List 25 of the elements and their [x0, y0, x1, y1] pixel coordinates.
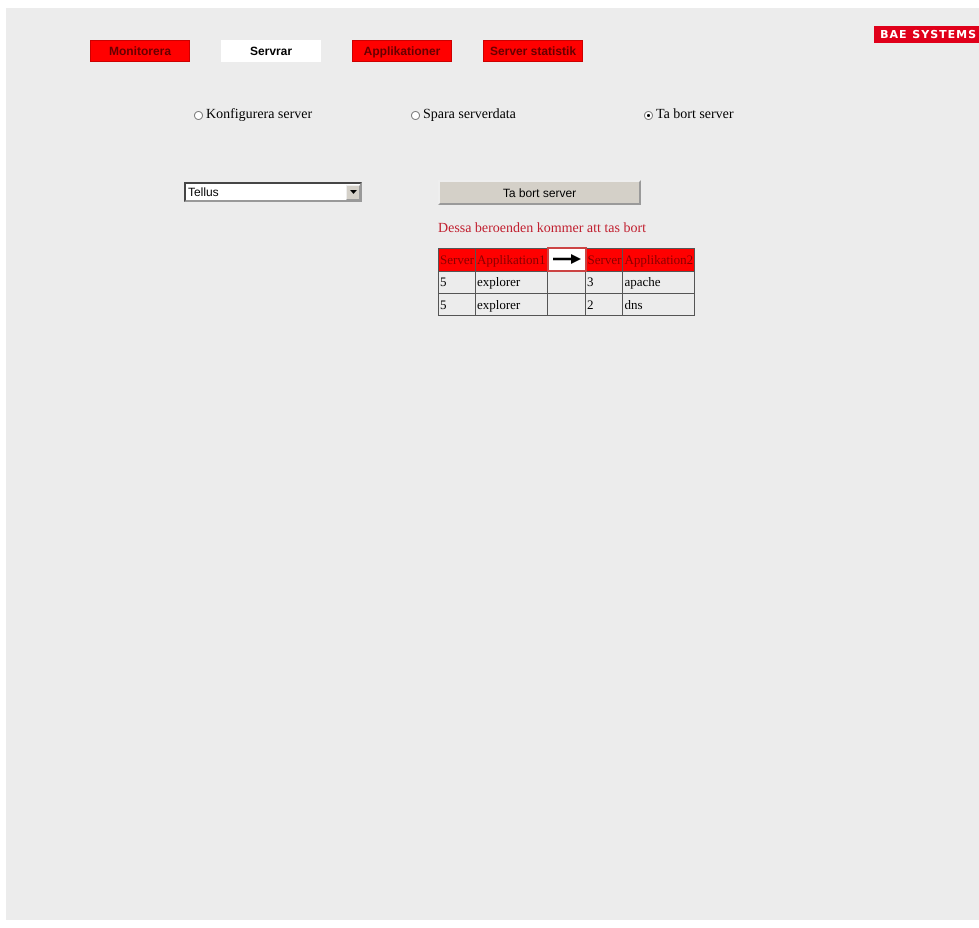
nav-tab[interactable]: Servrar: [221, 40, 321, 62]
column-header: Applikation2: [622, 248, 695, 271]
company-logo: BAE SYSTEMS: [874, 26, 979, 43]
table-cell: explorer: [475, 294, 548, 316]
table-cell: 2: [586, 294, 623, 316]
delete-server-button[interactable]: Ta bort server: [438, 180, 641, 205]
column-header: Applikation1: [475, 248, 548, 271]
table-cell: apache: [622, 271, 695, 294]
column-header: Server: [438, 248, 476, 271]
right-arrow-icon: [552, 254, 581, 264]
dependency-warning: Dessa beroenden kommer att tas bort: [438, 221, 647, 237]
radio-label: Konfigurera server: [206, 107, 312, 123]
table-cell: 5: [438, 271, 476, 294]
radio-button[interactable]: [644, 110, 653, 120]
table-cell: 5: [438, 294, 476, 316]
radio-button[interactable]: [194, 110, 203, 120]
radio-label: Ta bort server: [656, 107, 734, 123]
radio-button[interactable]: [411, 110, 420, 120]
table-cell: 3: [586, 271, 623, 294]
column-header: Server: [586, 248, 623, 271]
dropdown-arrow-icon: [350, 190, 356, 194]
server-dropdown[interactable]: Tellus: [184, 182, 362, 202]
table-cell: dns: [622, 294, 695, 316]
radio-label: Spara serverdata: [423, 107, 516, 123]
table-cell: explorer: [475, 271, 548, 294]
